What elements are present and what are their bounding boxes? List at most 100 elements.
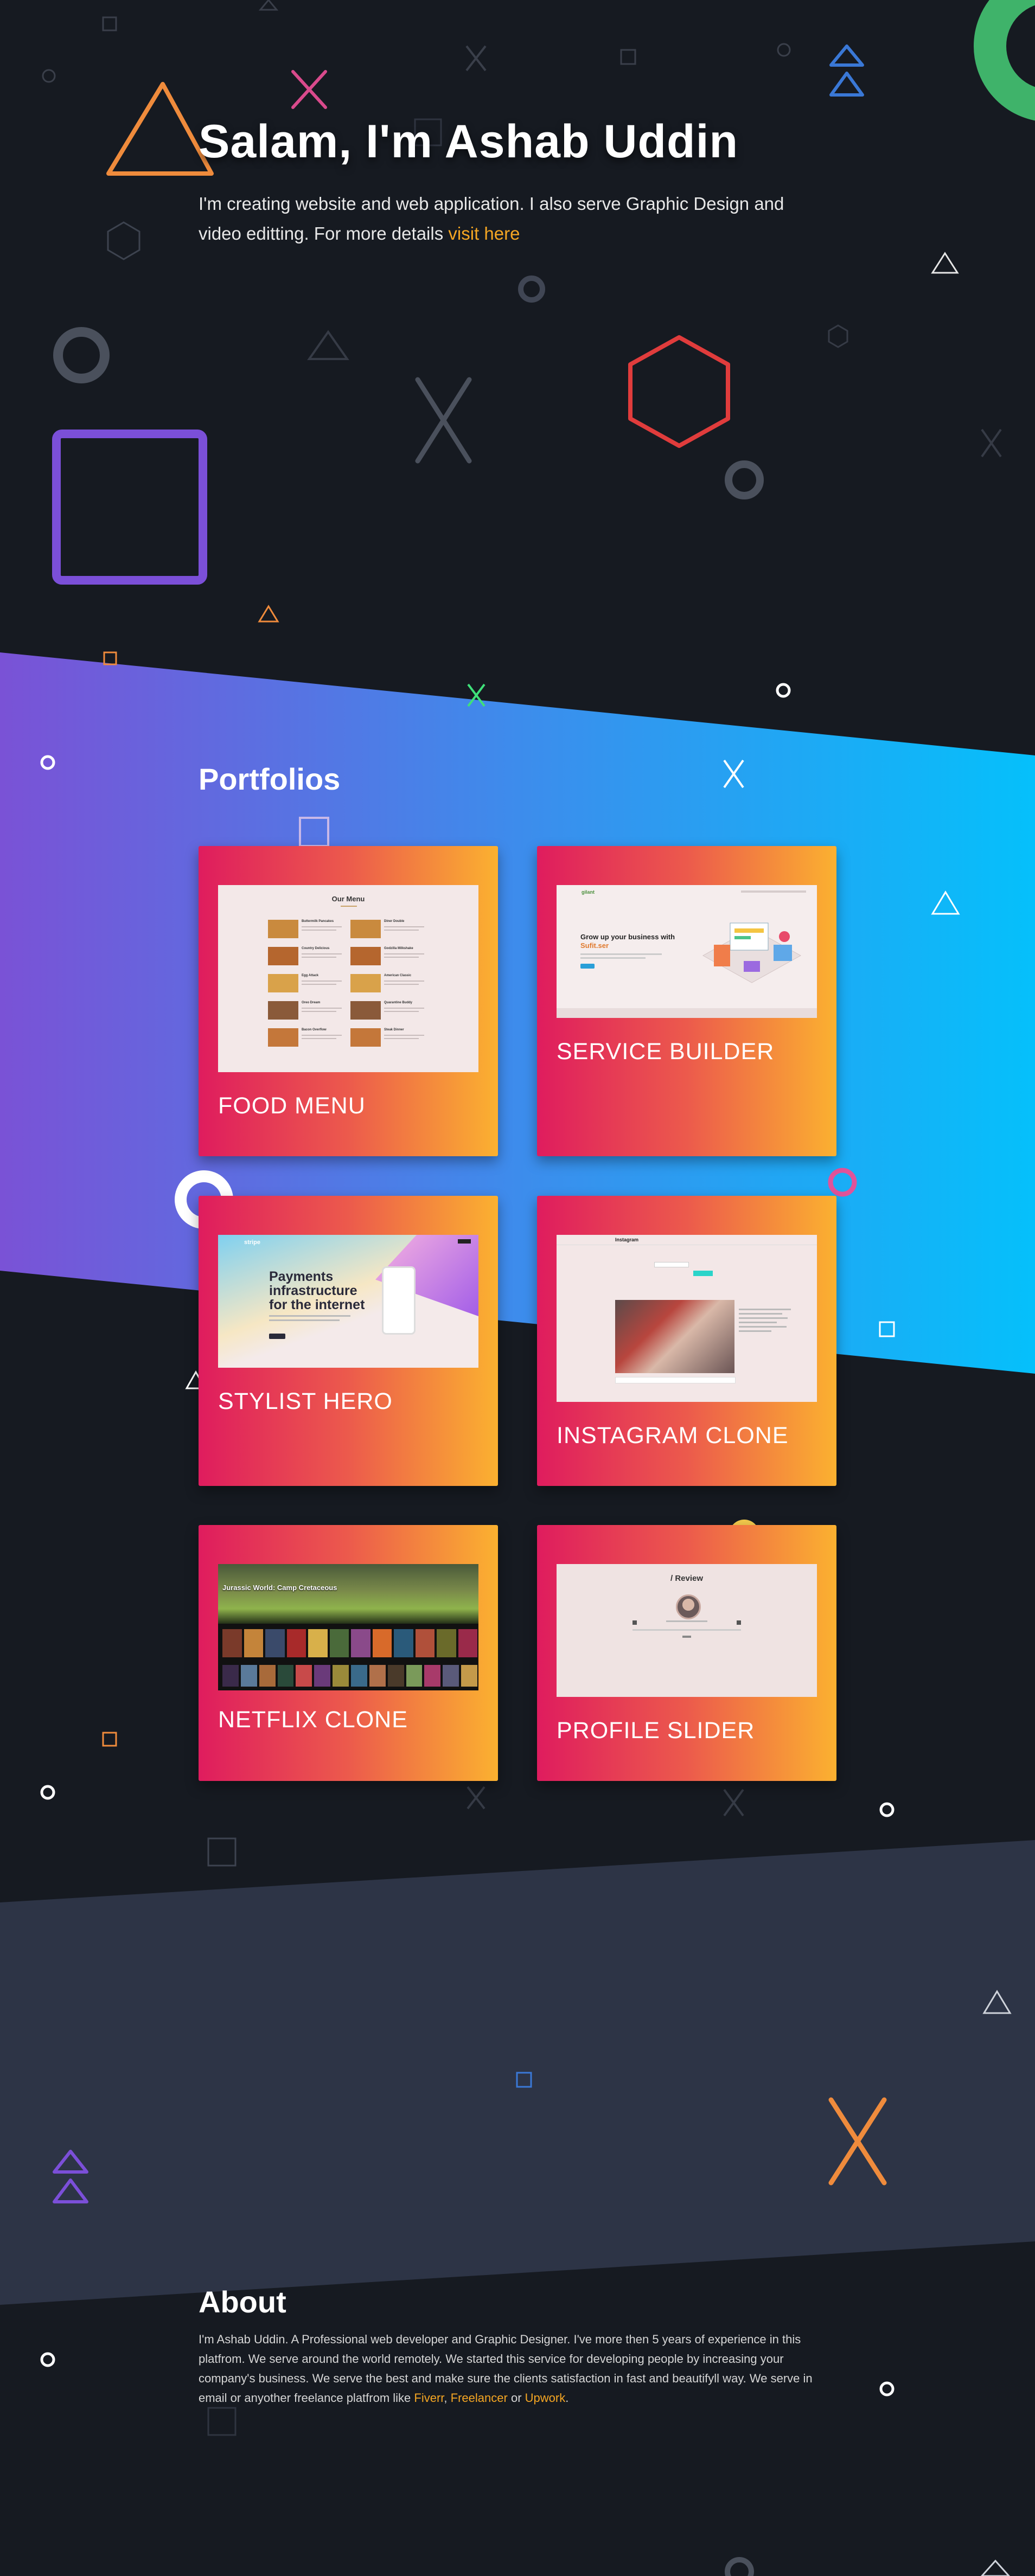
food-menu-item: Buttermilk Pancakes [268, 919, 344, 943]
food-menu-item-name: Quarantine Buddy [384, 1001, 413, 1004]
movie-poster[interactable] [351, 1665, 367, 1687]
about-description: I'm Ashab Uddin. A Professional web deve… [199, 2330, 828, 2408]
movie-poster[interactable] [240, 1665, 257, 1687]
movie-poster[interactable] [329, 1629, 349, 1657]
movie-poster[interactable] [437, 1629, 456, 1657]
movie-poster[interactable] [394, 1629, 413, 1657]
about-conjunction: or [510, 2391, 522, 2405]
stylist-headline-line-2: infrastructure [269, 1283, 357, 1298]
food-menu-item-name: Country Delicious [302, 947, 330, 950]
stylist-headline-line-3: for the internet [269, 1297, 365, 1312]
food-menu-item-name: Oreo Dream [302, 1001, 321, 1004]
movie-poster[interactable] [222, 1629, 242, 1657]
food-menu-screenshot: Our Menu Buttermilk Pancakes Country Deli… [218, 885, 478, 1072]
food-menu-left-column: Buttermilk Pancakes Country Delicious Egg … [268, 919, 344, 1054]
portfolio-label: FOOD MENU [218, 1093, 366, 1119]
phone-mockup [382, 1266, 416, 1335]
movie-poster[interactable] [244, 1629, 263, 1657]
stripe-logo: stripe [244, 1239, 260, 1246]
netflix-banner-title: Jurassic World: Camp Cretaceous [222, 1584, 337, 1592]
movie-poster[interactable] [458, 1629, 477, 1657]
food-menu-item-name: Godzilla Milkshake [384, 947, 413, 950]
food-menu-item: Country Delicious [268, 946, 344, 970]
portfolio-label: STYLIST HERO [218, 1388, 393, 1414]
food-menu-item-name: Bacon Overflow [302, 1028, 327, 1031]
visit-here-link[interactable]: visit here [448, 223, 520, 243]
service-logo: gilant [582, 889, 595, 895]
food-menu-item: American Classic [350, 973, 426, 997]
portfolio-label: NETFLIX CLONE [218, 1707, 408, 1733]
movie-poster[interactable] [265, 1629, 285, 1657]
food-thumbnail [268, 947, 298, 965]
food-thumbnail [350, 974, 381, 992]
netflix-poster-row [222, 1665, 478, 1687]
movie-poster[interactable] [415, 1629, 435, 1657]
food-menu-item: Quarantine Buddy [350, 1000, 426, 1024]
food-menu-item: Diner Double [350, 919, 426, 943]
food-menu-item: Steak Dinner [350, 1027, 426, 1051]
movie-poster[interactable] [314, 1665, 331, 1687]
upwork-link[interactable]: Upwork [525, 2391, 566, 2405]
instagram-logo: Instagram [615, 1237, 639, 1242]
food-menu-item: Bacon Overflow [268, 1027, 344, 1051]
movie-poster[interactable] [387, 1665, 404, 1687]
food-thumbnail [350, 947, 381, 965]
about-separator: , [444, 2391, 448, 2405]
stylist-headline-line-1: Payments [269, 1269, 334, 1284]
slate-band [0, 1840, 1035, 2305]
chevron-right-icon[interactable] [737, 1620, 741, 1625]
movie-poster[interactable] [351, 1629, 370, 1657]
portfolio-label: INSTAGRAM CLONE [557, 1422, 789, 1449]
movie-poster[interactable] [461, 1665, 478, 1687]
about-title: About [199, 2285, 286, 2319]
food-menu-item: Godzilla Milkshake [350, 946, 426, 970]
movie-poster[interactable] [296, 1665, 312, 1687]
profile-slider-screenshot: / Review [557, 1564, 817, 1697]
movie-poster[interactable] [308, 1629, 328, 1657]
background-bands [0, 652, 1035, 2305]
instagram-photo [615, 1300, 734, 1373]
netflix-clone-screenshot: Jurassic World: Camp Cretaceous [218, 1564, 478, 1690]
food-thumbnail [268, 920, 298, 938]
isometric-illustration [702, 922, 802, 983]
movie-poster[interactable] [406, 1665, 423, 1687]
stylist-hero-screenshot: stripe Payments infrastructure for the i… [218, 1235, 478, 1368]
netflix-banner [218, 1564, 478, 1624]
portfolio-card-netflix-clone[interactable]: Jurassic World: Camp Cretaceous NETFLIX … [199, 1525, 498, 1781]
food-menu-item-name: Egg Attack [302, 974, 319, 977]
gradient-band [0, 652, 1035, 1374]
service-headline-accent: Sufit.ser [580, 941, 609, 950]
movie-poster[interactable] [286, 1629, 306, 1657]
portfolio-card-instagram-clone[interactable]: Instagram INSTAGRAM CLONE [537, 1196, 836, 1486]
hero-title: Salam, I'm Ashab Uddin [199, 116, 739, 168]
fiverr-link[interactable]: Fiverr [414, 2391, 444, 2405]
food-thumbnail [268, 974, 298, 992]
movie-poster[interactable] [372, 1629, 392, 1657]
food-thumbnail [350, 920, 381, 938]
portfolio-card-stylist-hero[interactable]: stripe Payments infrastructure for the i… [199, 1196, 498, 1486]
movie-poster[interactable] [333, 1665, 349, 1687]
portfolio-card-service-builder[interactable]: gilant Grow up your business with Sufit.… [537, 846, 836, 1156]
food-thumbnail [350, 1001, 381, 1020]
instagram-clone-screenshot: Instagram [557, 1235, 817, 1402]
chevron-left-icon[interactable] [632, 1620, 637, 1625]
food-thumbnail [350, 1028, 381, 1047]
movie-poster[interactable] [369, 1665, 386, 1687]
avatar [676, 1594, 701, 1619]
food-menu-right-column: Diner Double Godzilla Milkshake American C… [350, 919, 426, 1054]
food-menu-item: Oreo Dream [268, 1000, 344, 1024]
movie-poster[interactable] [424, 1665, 441, 1687]
portfolio-card-food-menu[interactable]: Our Menu Buttermilk Pancakes Country Deli… [199, 846, 498, 1156]
food-menu-item-name: Diner Double [384, 920, 405, 923]
food-thumbnail [268, 1028, 298, 1047]
hero-description: I'm creating website and web application… [199, 189, 822, 248]
movie-poster[interactable] [259, 1665, 276, 1687]
food-menu-item-name: Buttermilk Pancakes [302, 920, 334, 923]
portfolio-card-profile-slider[interactable]: / Review PROFILE SLIDER [537, 1525, 836, 1781]
food-menu-item: Egg Attack [268, 973, 344, 997]
movie-poster[interactable] [277, 1665, 294, 1687]
freelancer-link[interactable]: Freelancer [451, 2391, 508, 2405]
movie-poster[interactable] [222, 1665, 239, 1687]
movie-poster[interactable] [443, 1665, 459, 1687]
food-menu-item-name: American Classic [384, 974, 412, 977]
